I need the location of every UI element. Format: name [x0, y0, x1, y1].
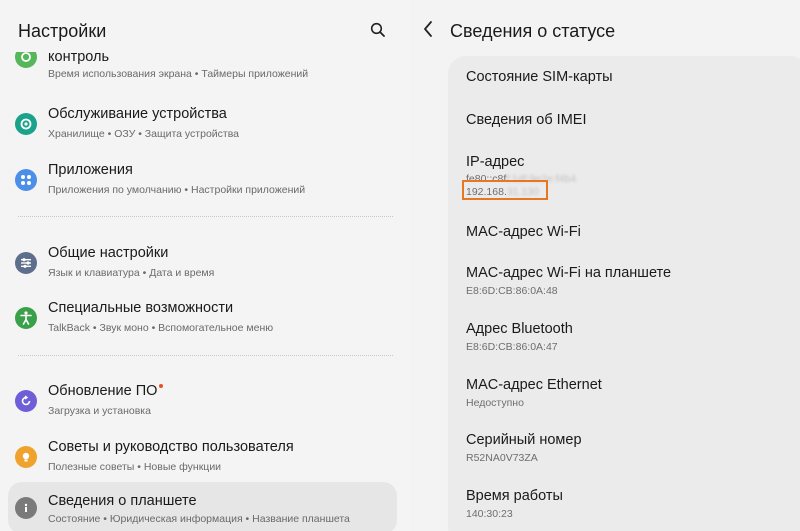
software-update-label: Обновление ПО [48, 383, 158, 399]
settings-item-title: Советы и руководство пользователя [48, 439, 294, 455]
status-row-title: Сведения об IMEI [466, 112, 587, 128]
section-divider [18, 216, 393, 217]
settings-item-subtitle: TalkBack • Звук моно • Вспомогательное м… [48, 322, 274, 334]
settings-pane: контроль Время использования экрана • Та… [0, 0, 410, 531]
status-page-title: Сведения о статусе [450, 21, 616, 41]
settings-item-apps[interactable]: Приложения Приложения по умолчанию • Нас… [8, 156, 397, 204]
settings-item-title: Обслуживание устройства [48, 106, 227, 122]
settings-item-title: Специальные возможности [48, 300, 234, 316]
status-row-sim[interactable]: Состояние SIM-карты [448, 56, 800, 99]
general-settings-icon [15, 252, 37, 274]
settings-item-general[interactable]: Общие настройки Язык и клавиатура • Дата… [8, 239, 397, 287]
settings-item-title: Обновление ПО [48, 383, 164, 399]
settings-item-about-tablet[interactable]: Сведения о планшете Состояние • Юридичес… [8, 482, 397, 531]
settings-item-subtitle: Полезные советы • Новые функции [48, 461, 222, 473]
device-care-icon [15, 113, 37, 135]
chevron-left-icon [424, 21, 432, 37]
status-row-title: Состояние SIM-карты [466, 69, 613, 85]
settings-item-subtitle: Время использования экрана • Таймеры при… [48, 68, 309, 80]
status-row-ethernet: MAC-адрес Ethernet Недоступно [448, 368, 800, 424]
settings-item-accessibility[interactable]: Специальные возможности TalkBack • Звук … [8, 294, 397, 342]
update-badge [159, 384, 164, 388]
status-row-value: Недоступно [466, 397, 524, 409]
status-row-title: Адрес Bluetooth [466, 321, 573, 337]
ip-highlight-box [462, 180, 548, 200]
status-row-uptime: Время работы 140:30:23 [448, 479, 800, 531]
status-row-value: R52NA0V73ZA [466, 452, 538, 464]
status-row-serial: Серийный номер R52NA0V73ZA [448, 423, 800, 479]
status-row-title: IP-адрес [466, 154, 525, 170]
status-row-title: MAC-адрес Wi-Fi на планшете [466, 265, 672, 281]
software-update-icon [15, 390, 37, 412]
settings-item-subtitle: Язык и клавиатура • Дата и время [48, 267, 215, 279]
status-pane: Сведения о статусе Состояние SIM-карты С… [412, 0, 800, 531]
settings-item-title: Приложения [48, 162, 133, 178]
settings-item-subtitle: Приложения по умолчанию • Настройки прил… [48, 184, 306, 196]
settings-item-title: Сведения о планшете [48, 493, 197, 509]
status-row-value: E8:6D:CB:86:0A:47 [466, 341, 558, 353]
info-icon [15, 497, 37, 519]
settings-item-software-update[interactable]: Обновление ПО Загрузка и установка [8, 377, 397, 425]
back-button[interactable] [422, 20, 442, 42]
status-row-value: 140:30:23 [466, 508, 513, 520]
settings-header: Настройки [0, 0, 410, 52]
status-row-title: MAC-адрес Wi-Fi [466, 224, 581, 240]
settings-item-subtitle: Загрузка и установка [48, 405, 151, 417]
status-row-value: E8:6D:CB:86:0A:48 [466, 285, 558, 297]
tips-icon [15, 446, 37, 468]
status-row-title: Время работы [466, 488, 563, 504]
search-icon [370, 22, 385, 37]
status-row-title: Серийный номер [466, 432, 582, 448]
status-row-wifi-mac: MAC-адрес Wi-Fi [448, 208, 800, 251]
settings-item-title: Общие настройки [48, 245, 169, 261]
settings-item-subtitle: Хранилище • ОЗУ • Защита устройства [48, 128, 240, 140]
section-divider [18, 355, 393, 356]
status-row-bluetooth: Адрес Bluetooth E8:6D:CB:86:0A:47 [448, 312, 800, 368]
settings-item-device-care[interactable]: Обслуживание устройства Хранилище • ОЗУ … [8, 100, 397, 148]
search-button[interactable] [370, 22, 390, 42]
settings-item-tips[interactable]: Советы и руководство пользователя Полезн… [8, 433, 397, 481]
status-row-tablet-wifi-mac: MAC-адрес Wi-Fi на планшете E8:6D:CB:86:… [448, 256, 800, 312]
status-card: Состояние SIM-карты Сведения об IMEI IP-… [448, 56, 800, 531]
status-row-imei[interactable]: Сведения об IMEI [448, 99, 800, 142]
accessibility-icon [15, 307, 37, 329]
apps-icon [15, 169, 37, 191]
page-title: Настройки [18, 21, 107, 41]
settings-item-subtitle: Состояние • Юридическая информация • Наз… [48, 513, 350, 525]
status-row-title: MAC-адрес Ethernet [466, 377, 602, 393]
